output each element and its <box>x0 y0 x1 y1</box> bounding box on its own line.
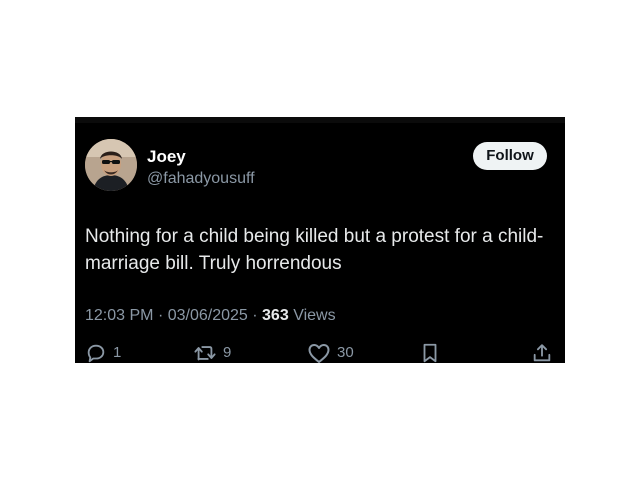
repost-icon <box>193 342 217 363</box>
action-bar: 1 9 30 <box>75 342 565 363</box>
avatar[interactable] <box>85 139 137 191</box>
share-button[interactable] <box>531 342 553 363</box>
avatar-portrait <box>85 139 137 191</box>
follow-button[interactable]: Follow <box>473 142 547 170</box>
tweet-time[interactable]: 12:03 PM <box>85 307 153 324</box>
repost-button[interactable]: 9 <box>193 342 231 363</box>
views-label: Views <box>293 307 336 324</box>
repost-count: 9 <box>223 344 232 361</box>
display-name[interactable]: Joey <box>147 147 186 167</box>
user-handle[interactable]: @fahadyousuff <box>147 169 255 189</box>
tweet-card: Joey @fahadyousuff Follow Nothing for a … <box>75 117 565 363</box>
tweet-date[interactable]: 03/06/2025 <box>168 307 248 324</box>
reply-icon <box>85 342 107 363</box>
meta-separator: · <box>252 307 263 324</box>
like-count: 30 <box>337 344 354 361</box>
views-count: 363 <box>262 307 289 324</box>
bookmark-icon <box>420 342 440 363</box>
like-button[interactable]: 30 <box>307 342 354 363</box>
reply-count: 1 <box>113 344 122 361</box>
share-icon <box>531 342 553 363</box>
bookmark-button[interactable] <box>420 342 440 363</box>
tweet-text: Nothing for a child being killed but a p… <box>85 226 544 274</box>
reply-button[interactable]: 1 <box>85 342 121 363</box>
tweet-meta: 12:03 PM · 03/06/2025 · 363 Views <box>85 306 336 326</box>
meta-separator: · <box>157 307 168 324</box>
top-divider <box>75 117 565 123</box>
heart-icon <box>307 342 331 363</box>
